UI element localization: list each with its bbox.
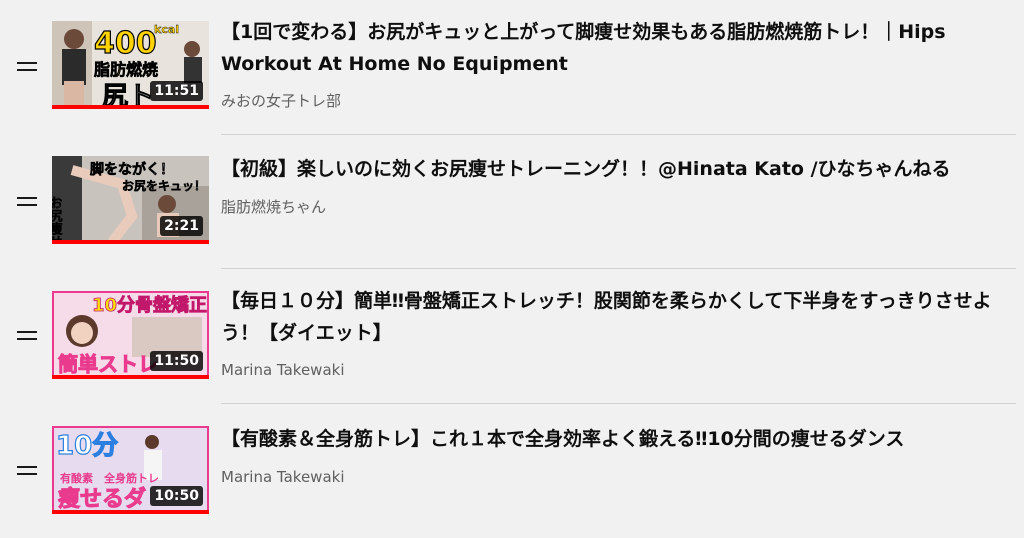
video-thumbnail[interactable]: 脚をながく！ お尻をキュッ！ お尻痩せ 2:21: [52, 156, 209, 244]
drag-handle-icon[interactable]: [17, 62, 37, 72]
thumbnail-text: 全身筋トレ: [103, 471, 159, 485]
thumbnail-text: 10分: [56, 431, 118, 461]
channel-name[interactable]: みおの女子トレ部: [221, 91, 341, 111]
thumbnail-text: お尻痩せ: [52, 196, 62, 244]
video-thumbnail[interactable]: 400 kcal 脂肪燃焼 尻ト 11:51: [52, 21, 209, 109]
thumbnail-text: 10分骨盤矯正: [92, 294, 207, 316]
channel-name[interactable]: Marina Takewaki: [221, 467, 345, 487]
thumbnail-text: お尻をキュッ！: [122, 179, 206, 193]
playlist-item[interactable]: 400 kcal 脂肪燃焼 尻ト 11:51 【1回で変わる】お尻がキュッと上が…: [0, 0, 1024, 135]
thumbnail-text: 400: [94, 26, 157, 61]
channel-name[interactable]: 脂肪燃焼ちゃん: [221, 197, 326, 217]
watch-progress-bar: [52, 510, 209, 514]
thumbnail-text: 有酸素: [60, 471, 93, 485]
drag-handle-icon[interactable]: [17, 331, 37, 341]
watch-progress-bar: [52, 240, 209, 244]
video-title[interactable]: 【有酸素＆全身筋トレ】これ１本で全身効率よく鍛える‼10分間の痩せるダンス: [221, 423, 1011, 455]
thumbnail-text: 脚をながく！: [90, 161, 174, 178]
video-duration: 2:21: [160, 216, 203, 236]
watch-progress-bar: [52, 375, 209, 379]
drag-handle-icon[interactable]: [17, 466, 37, 476]
video-thumbnail[interactable]: 10分骨盤矯正 簡単ストレ 11:50: [52, 291, 209, 379]
video-title[interactable]: 【1回で変わる】お尻がキュッと上がって脚痩せ効果もある脂肪燃焼筋トレ！｜Hips…: [221, 16, 1011, 80]
thumbnail-text: kcal: [154, 23, 179, 36]
video-title[interactable]: 【初級】楽しいのに効くお尻痩せトレーニング！！@Hinata Kato /ひなち…: [221, 153, 1011, 185]
video-duration: 11:50: [150, 351, 203, 371]
thumbnail-text: 脂肪燃焼: [94, 60, 158, 79]
thumbnail-text: 痩せるダ: [58, 486, 146, 512]
playlist-item[interactable]: 10分骨盤矯正 簡単ストレ 11:50 【毎日１０分】簡単‼骨盤矯正ストレッチ！…: [0, 269, 1024, 404]
video-duration: 11:51: [150, 81, 203, 101]
video-duration: 10:50: [150, 486, 203, 506]
playlist-item[interactable]: 10分 有酸素 全身筋トレ 痩せるダ 10:50 【有酸素＆全身筋トレ】これ１本…: [0, 404, 1024, 538]
watch-progress-bar: [52, 105, 209, 109]
channel-name[interactable]: Marina Takewaki: [221, 360, 345, 380]
drag-handle-icon[interactable]: [17, 197, 37, 207]
thumbnail-text: 簡単ストレ: [58, 352, 158, 376]
playlist-item[interactable]: 脚をながく！ お尻をキュッ！ お尻痩せ 2:21 【初級】楽しいのに効くお尻痩せ…: [0, 135, 1024, 269]
video-title[interactable]: 【毎日１０分】簡単‼骨盤矯正ストレッチ！股関節を柔らかくして下半身をすっきりさせ…: [221, 285, 1011, 349]
video-thumbnail[interactable]: 10分 有酸素 全身筋トレ 痩せるダ 10:50: [52, 426, 209, 514]
